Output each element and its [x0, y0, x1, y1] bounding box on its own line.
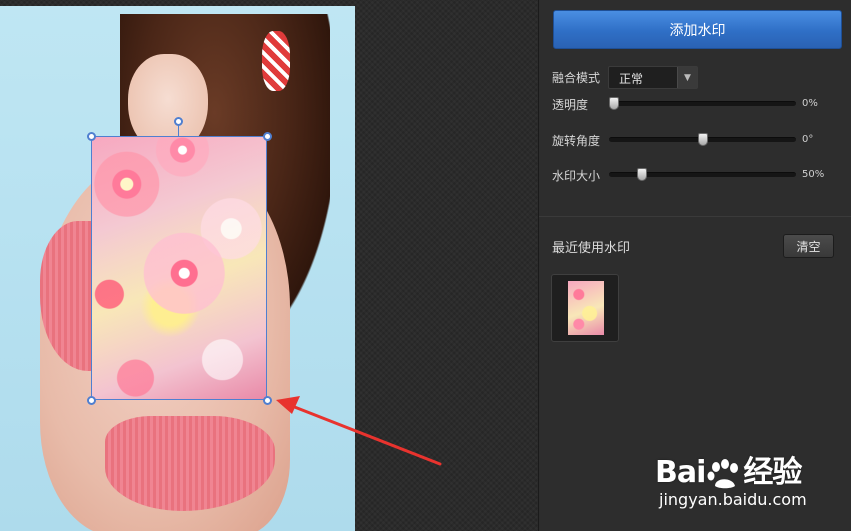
watermark-overlay[interactable] [91, 136, 267, 400]
recent-watermarks-title: 最近使用水印 [552, 241, 631, 256]
size-slider-thumb[interactable] [637, 168, 647, 181]
panel-divider [539, 216, 851, 217]
paw-icon [707, 458, 739, 488]
opacity-value: 0% [802, 98, 818, 109]
rotation-value: 0° [802, 134, 814, 145]
photo-hair-bow [262, 31, 290, 91]
resize-handle-top-right[interactable] [263, 132, 272, 141]
recent-watermark-thumbnail [568, 281, 604, 335]
clear-recent-button[interactable]: 清空 [783, 234, 834, 258]
rotation-slider-thumb[interactable] [698, 133, 708, 146]
opacity-slider[interactable] [609, 97, 796, 110]
baidu-logo-text-b: 经验 [743, 455, 802, 490]
size-slider[interactable] [609, 168, 796, 181]
size-value: 50% [802, 169, 825, 180]
opacity-slider-thumb[interactable] [609, 97, 619, 110]
canvas-area [0, 0, 538, 531]
site-watermark: Bai 经验 jingyan.baidu.com [655, 447, 845, 517]
chevron-down-icon[interactable]: ▼ [677, 67, 697, 88]
add-watermark-button[interactable]: 添加水印 [553, 10, 842, 49]
blend-mode-value: 正常 [619, 72, 644, 86]
size-label: 水印大小 [552, 169, 601, 183]
resize-handle-bottom-left[interactable] [87, 396, 96, 405]
resize-handle-top-left[interactable] [87, 132, 96, 141]
annotation-arrow-icon [276, 396, 442, 466]
blend-mode-label: 融合模式 [552, 71, 601, 85]
opacity-label: 透明度 [552, 98, 589, 112]
blend-mode-select[interactable]: 正常 ▼ [608, 66, 698, 89]
site-url: jingyan.baidu.com [659, 490, 807, 509]
baidu-logo: Bai 经验 [655, 447, 802, 491]
rotate-handle[interactable] [174, 117, 183, 126]
rotation-label: 旋转角度 [552, 134, 601, 148]
recent-watermark-item[interactable] [551, 274, 619, 342]
rotation-slider[interactable] [609, 133, 796, 146]
baidu-logo-text-a: Bai [655, 455, 706, 490]
